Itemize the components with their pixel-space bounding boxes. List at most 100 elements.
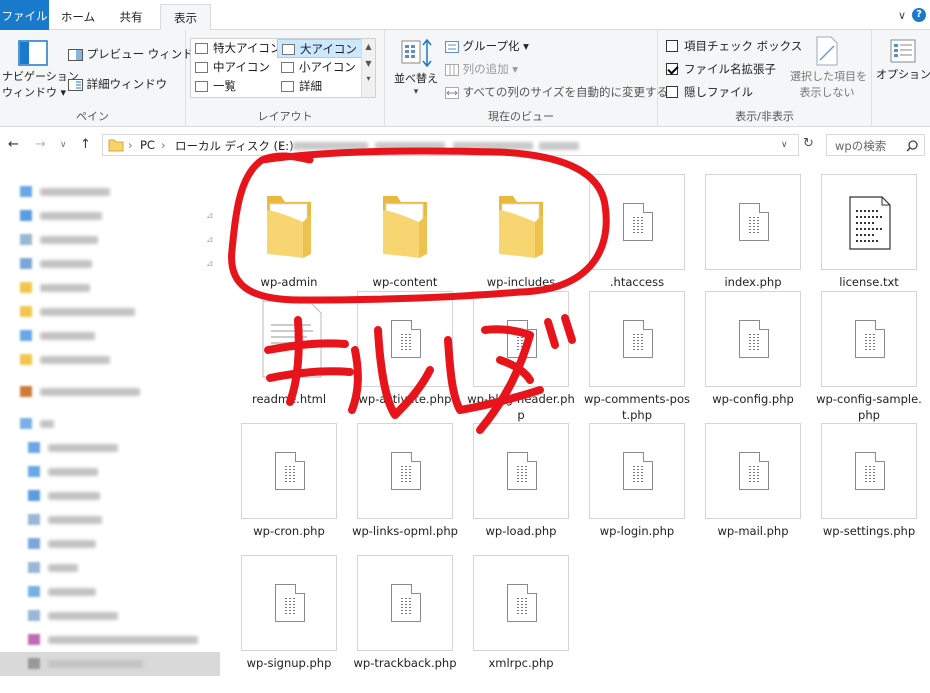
nav-item-icon (20, 354, 32, 365)
thumbnail (705, 291, 801, 387)
thumbnail (821, 291, 917, 387)
hidden-items-toggle[interactable]: 隠しファイル (666, 84, 753, 100)
item-label: wp-trackback.php (353, 656, 457, 670)
breadcrumb-separator-3: › (279, 138, 284, 152)
breadcrumb-redacted-3 (453, 142, 533, 150)
thumbnail (241, 174, 337, 270)
php-file-icon (391, 320, 421, 358)
details-pane-button[interactable]: 詳細ウィンドウ (68, 76, 167, 92)
thumbnail (357, 174, 453, 270)
php-file-icon (391, 584, 421, 622)
tab-file[interactable]: ファイル (0, 0, 49, 30)
nav-item-label-redacted (48, 492, 100, 500)
pin-icon: ⊿ (206, 211, 214, 221)
item-label: index.php (724, 275, 782, 289)
tab-share[interactable]: 共有 (110, 4, 152, 30)
sort-button[interactable]: 並べ替え ▾ (393, 36, 439, 102)
nav-item-icon (20, 306, 32, 317)
breadcrumb-local-disk[interactable]: ローカル ディスク (E:) (175, 138, 294, 154)
group-show-hide: 項目チェック ボックス ファイル名拡張子 隠しファイル 選択した項目を 表示しな… (658, 30, 872, 127)
nav-item-icon (20, 186, 32, 197)
layout-small-icons[interactable]: 小アイコン (277, 58, 362, 77)
php-file-icon (507, 452, 537, 490)
group-by-icon (445, 40, 459, 53)
breadcrumb-pc[interactable]: PC (140, 138, 155, 152)
nav-item-icon (28, 538, 40, 549)
up-arrow-icon[interactable]: ↑ (80, 137, 91, 152)
nav-item-icon (28, 490, 40, 501)
search-input[interactable]: wpの検索 (826, 134, 925, 156)
item-label: wp-load.php (485, 524, 557, 538)
php-file-icon (855, 320, 885, 358)
tab-home[interactable]: ホーム (55, 4, 101, 30)
folder-icon (383, 196, 427, 258)
nav-item-icon (28, 634, 40, 645)
nav-item-icon (20, 386, 32, 397)
nav-item-label-redacted (48, 660, 143, 668)
nav-item-icon (20, 330, 32, 341)
nav-item-label-redacted (40, 236, 98, 244)
preview-pane-button[interactable]: プレビュー ウィンドウ (68, 46, 205, 62)
layout-list[interactable]: 一覧 (191, 77, 277, 96)
file-extensions-checkbox[interactable] (666, 63, 678, 75)
search-icon[interactable] (906, 140, 918, 152)
item-label: license.txt (839, 275, 899, 289)
layout-large-icons[interactable]: 大アイコン (277, 39, 362, 58)
options-button[interactable]: オプション (876, 38, 930, 83)
thumbnail (821, 174, 917, 270)
php-file-icon (739, 320, 769, 358)
nav-item-label-redacted (40, 308, 135, 316)
item-checkbox-box[interactable] (666, 40, 678, 52)
add-column-button[interactable]: 列の追加 ▾ (445, 61, 518, 77)
address-dropdown-icon[interactable]: ∨ (781, 140, 788, 150)
address-bar[interactable]: › PC › ローカル ディスク (E:) › ∨ (102, 134, 799, 156)
php-file-icon (855, 452, 885, 490)
help-icon[interactable]: ? (912, 8, 926, 22)
collapse-ribbon-icon[interactable]: ∨ (898, 9, 906, 22)
layout-gallery-scrollbar[interactable]: ▲ ▼ ▾ (361, 39, 375, 97)
address-row: ← → ∨ ↑ › PC › ローカル ディスク (E:) › ∨ ↻ wpの検… (0, 131, 930, 159)
hidden-items-checkbox[interactable] (666, 86, 678, 98)
layout-medium-icons[interactable]: 中アイコン (191, 58, 277, 77)
forward-arrow-icon[interactable]: → (35, 137, 46, 152)
group-by-button[interactable]: グループ化 ▾ (445, 38, 529, 54)
group-current-view: 並べ替え ▾ グループ化 ▾ 列の追加 ▾ すべての列のサイズを自動的に変更する… (384, 30, 668, 127)
nav-item-label-redacted (48, 588, 96, 596)
file-extensions-toggle[interactable]: ファイル名拡張子 (666, 61, 776, 77)
tab-view[interactable]: 表示 (160, 4, 211, 31)
nav-item-label-redacted (48, 636, 198, 644)
thumbnail (241, 291, 337, 387)
autosize-columns-button[interactable]: すべての列のサイズを自動的に変更する (445, 84, 668, 100)
refresh-icon[interactable]: ↻ (803, 136, 814, 151)
hide-selected-button[interactable]: 選択した項目を 表示しない (790, 36, 867, 101)
nav-item-label-redacted (48, 468, 98, 476)
thumbnail (473, 555, 569, 651)
hide-selected-label-2: 表示しない (799, 86, 855, 99)
item-label: wp-content (372, 275, 438, 289)
thumbnail (241, 423, 337, 519)
hide-selected-label: 選択した項目を (790, 70, 867, 83)
thumbnail (589, 174, 685, 270)
nav-item-icon (28, 658, 40, 669)
layout-extra-large-icons[interactable]: 特大アイコン (191, 39, 281, 58)
navigation-pane-button[interactable]: ナビゲーション ウィンドウ ▾ (2, 36, 79, 106)
nav-item-label-redacted (48, 444, 118, 452)
group-current-view-label: 現在のビュー (488, 110, 554, 123)
nav-item-label-redacted (40, 260, 92, 268)
recent-locations-icon[interactable]: ∨ (60, 140, 67, 150)
sort-icon (401, 38, 432, 68)
item-label: wp-links-opml.php (352, 524, 458, 538)
nav-item-label-redacted (40, 212, 102, 220)
item-label: wp-includes (486, 275, 556, 289)
folder-small-icon (108, 139, 124, 152)
html-file-icon (262, 300, 322, 378)
layout-gallery: 特大アイコン 大アイコン 中アイコン 小アイコン 一覧 詳細 ▲ ▼ ▾ (190, 38, 376, 98)
details-pane-icon (68, 78, 83, 91)
thumbnail (357, 555, 453, 651)
item-checkbox-toggle[interactable]: 項目チェック ボックス (666, 38, 802, 54)
autosize-columns-icon (445, 86, 459, 99)
folder-icon (267, 196, 311, 258)
back-arrow-icon[interactable]: ← (8, 137, 19, 152)
large-icons-icon (282, 44, 295, 55)
layout-details[interactable]: 詳細 (277, 77, 362, 96)
